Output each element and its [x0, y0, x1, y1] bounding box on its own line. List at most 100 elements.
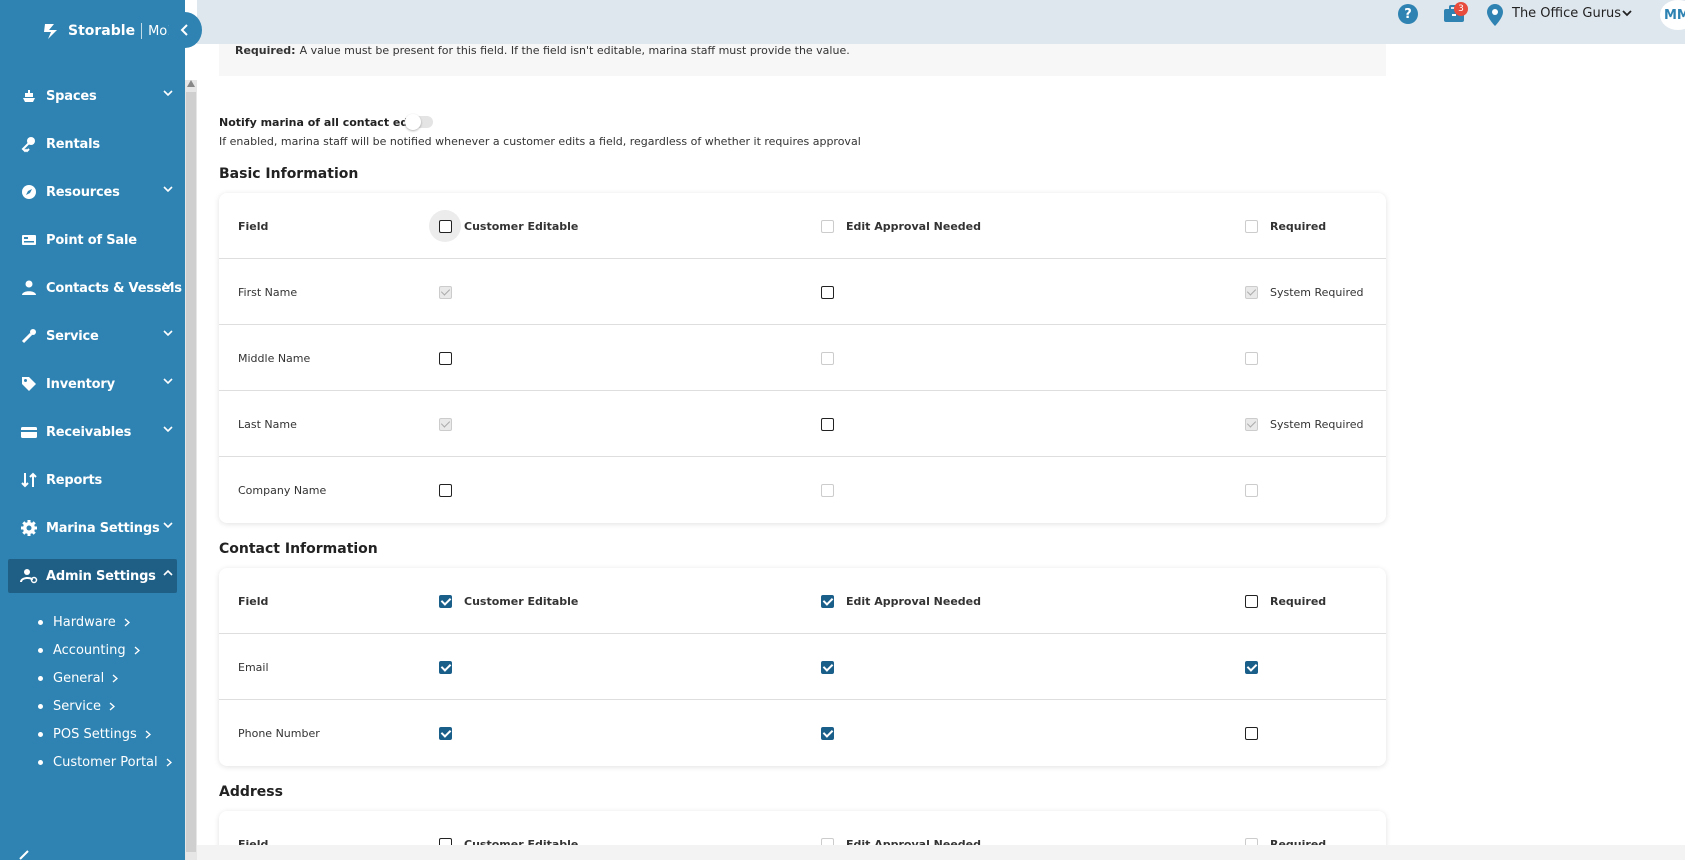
sidebar-item-label: Reports	[46, 472, 103, 488]
sidebar-item-receivables[interactable]: Receivables	[0, 408, 185, 456]
required-description: A value must be present for this field. …	[299, 44, 850, 57]
edit-approval-checkbox[interactable]	[820, 285, 834, 299]
sidebar-scrollbar[interactable]	[185, 80, 197, 860]
sidebar-item-label: Contacts & Vessels	[46, 280, 182, 296]
logo[interactable]: Storable Molo	[40, 18, 179, 44]
chevron-down-icon[interactable]	[163, 425, 173, 433]
field-settings-table: Field Customer Editable Edit Approval Need…	[219, 193, 1386, 523]
checkbox-wrap	[429, 474, 461, 506]
bullet	[38, 731, 43, 737]
sidebar-nav: Spaces Rentals Resources Point of Sale Conta…	[0, 72, 185, 600]
edit-approval-header: Edit Approval Needed	[846, 594, 982, 608]
subnav-item-label: Customer Portal	[53, 754, 158, 770]
edit-approval-all-checkbox[interactable]	[820, 594, 834, 608]
sidebar-item-point-of-sale[interactable]: Point of Sale	[0, 216, 185, 264]
scrollbar-thumb[interactable]	[186, 92, 196, 852]
sidebar-item-rentals[interactable]: Rentals	[0, 120, 185, 168]
sidebar-item-label: Spaces	[46, 88, 97, 104]
organization-selector[interactable]: The Office Gurus	[1512, 6, 1621, 21]
subnav-item-label: Service	[53, 698, 102, 714]
sidebar-item-label: Resources	[46, 184, 120, 200]
notify-description: If enabled, marina staff will be notifie…	[219, 135, 861, 148]
required-checkbox[interactable]	[1244, 660, 1258, 674]
user-cog-icon	[20, 567, 38, 585]
sidebar: Storable Molo Spaces Rentals Resources Poin…	[0, 0, 185, 860]
sidebar-item-resources[interactable]: Resources	[0, 168, 185, 216]
customer-editable-all-checkbox[interactable]	[438, 594, 452, 608]
subnav-item-hardware[interactable]: Hardware	[0, 608, 185, 636]
required-info-box: Required: A value must be present for th…	[219, 44, 1386, 76]
chevron-right-icon	[112, 674, 119, 682]
required-all-checkbox[interactable]	[1244, 594, 1258, 608]
sidebar-item-marina-settings[interactable]: Marina Settings	[0, 504, 185, 552]
edit-approval-all-checkbox	[820, 219, 834, 233]
customer-editable-checkbox[interactable]	[438, 726, 452, 740]
sidebar-item-spaces[interactable]: Spaces	[0, 72, 185, 120]
chevron-down-icon[interactable]	[163, 377, 173, 385]
scroll-up-arrow-icon[interactable]	[187, 80, 195, 87]
horizontal-scrollbar[interactable]	[197, 845, 1685, 860]
edit-approval-checkbox[interactable]	[820, 726, 834, 740]
chevron-up-icon[interactable]	[163, 569, 173, 577]
system-required-label: System Required	[1270, 417, 1364, 431]
collapse-sidebar-button[interactable]	[168, 12, 202, 48]
key-icon	[20, 135, 38, 153]
required-label: Required:	[235, 44, 296, 57]
chevron-right-icon	[145, 730, 151, 738]
bullet	[38, 703, 43, 709]
edit-icon[interactable]	[18, 850, 32, 860]
sidebar-item-inventory[interactable]: Inventory	[0, 360, 185, 408]
checkbox-wrap	[429, 651, 461, 683]
storable-logo-icon	[44, 24, 57, 39]
table-row: Email	[219, 634, 1386, 700]
subnav-item-pos-settings[interactable]: POS Settings	[0, 720, 185, 748]
subnav-item-service[interactable]: Service	[0, 692, 185, 720]
subnav-item-general[interactable]: General	[0, 664, 185, 692]
checkbox-wrap	[811, 651, 843, 683]
section-title: Address	[219, 784, 283, 800]
sidebar-item-reports[interactable]: Reports	[0, 456, 185, 504]
checkbox-wrap	[1235, 717, 1267, 749]
chevron-down-icon[interactable]	[1622, 9, 1632, 17]
chevron-down-icon[interactable]	[163, 281, 173, 289]
chevron-down-icon[interactable]	[163, 185, 173, 193]
field-name: Email	[238, 660, 269, 674]
customer-editable-checkbox[interactable]	[438, 483, 452, 497]
customer-editable-header: Customer Editable	[464, 594, 579, 608]
table-header: Field Customer Editable Edit Approval Need…	[219, 193, 1386, 259]
required-checkbox	[1244, 351, 1258, 365]
chevron-down-icon[interactable]	[163, 89, 173, 97]
chevron-right-icon	[109, 702, 116, 710]
help-icon[interactable]: ?	[1398, 4, 1418, 24]
checkbox-wrap	[811, 276, 843, 308]
chevron-right-icon	[134, 646, 140, 654]
checkbox-wrap	[1235, 342, 1267, 374]
toggle-knob[interactable]	[405, 114, 421, 130]
customer-editable-all-checkbox[interactable]	[438, 219, 452, 233]
chevron-down-icon[interactable]	[163, 521, 173, 529]
customer-editable-checkbox[interactable]	[438, 660, 452, 674]
field-name: Company Name	[238, 483, 327, 497]
edit-approval-header: Edit Approval Needed	[846, 219, 982, 233]
field-name: Phone Number	[238, 726, 320, 740]
edit-approval-checkbox[interactable]	[820, 660, 834, 674]
card-icon	[20, 423, 38, 441]
sidebar-item-admin-settings[interactable]: Admin Settings	[8, 559, 177, 593]
checkbox-wrap	[811, 474, 843, 506]
customer-editable-checkbox[interactable]	[438, 351, 452, 365]
tag-icon	[20, 375, 38, 393]
sidebar-item-contacts-vessels[interactable]: Contacts & Vessels	[0, 264, 185, 312]
sidebar-item-label: Inventory	[46, 376, 115, 392]
edit-approval-checkbox[interactable]	[820, 417, 834, 431]
subnav-item-customer-portal[interactable]: Customer Portal	[0, 748, 185, 776]
sidebar-item-service[interactable]: Service	[0, 312, 185, 360]
subnav-item-accounting[interactable]: Accounting	[0, 636, 185, 664]
field-header: Field	[238, 594, 269, 608]
required-checkbox[interactable]	[1244, 726, 1258, 740]
field-name: First Name	[238, 285, 298, 299]
subnav-item-label: POS Settings	[53, 726, 137, 742]
chevron-down-icon[interactable]	[163, 329, 173, 337]
bullet	[38, 619, 43, 625]
notify-toggle[interactable]	[405, 114, 433, 130]
customer-editable-checkbox	[438, 417, 452, 431]
